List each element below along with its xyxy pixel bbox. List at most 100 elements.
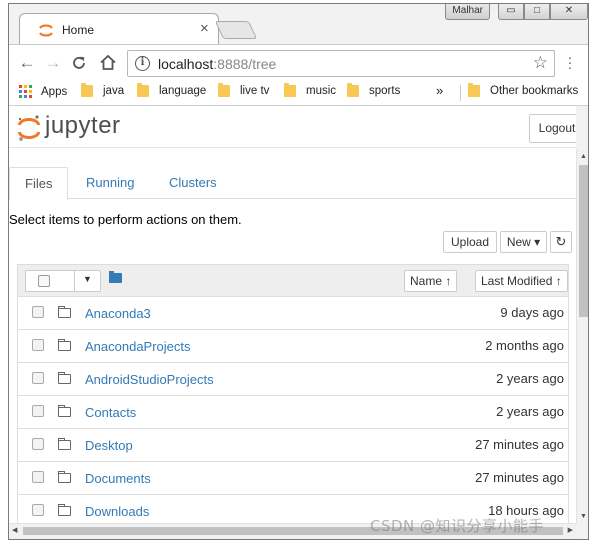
bookmark-folder-music[interactable]: music	[284, 83, 337, 97]
vertical-scroll-thumb[interactable]	[579, 165, 588, 317]
maximize-button[interactable]: □	[524, 4, 550, 20]
refresh-icon[interactable]: ↻	[550, 231, 572, 253]
folder-link[interactable]: Desktop	[85, 438, 133, 453]
jupyter-logo-icon[interactable]	[17, 114, 41, 142]
jupyter-favicon-icon	[39, 24, 53, 37]
apps-grid-icon	[19, 85, 32, 98]
browser-toolbar: ← → i localhost:8888/tree ☆ · · ·	[9, 44, 588, 80]
table-row[interactable]: Documents 27 minutes ago	[18, 462, 568, 495]
folder-icon	[58, 438, 71, 450]
table-row[interactable]: AndroidStudioProjects 2 years ago	[18, 363, 568, 396]
bookmark-label: sports	[369, 85, 401, 97]
folder-icon	[58, 504, 71, 516]
tab-close-icon[interactable]: ×	[200, 20, 209, 37]
sort-by-name-button[interactable]: Name ↑	[404, 270, 458, 292]
tab-clusters[interactable]: Clusters	[154, 167, 232, 199]
bookmark-label: live tv	[240, 85, 270, 97]
select-all-checkbox[interactable]	[38, 275, 50, 287]
close-window-button[interactable]: ✕	[550, 4, 588, 20]
folder-icon	[58, 306, 71, 318]
table-row[interactable]: Contacts 2 years ago	[18, 396, 568, 429]
new-dropdown-button[interactable]: New ▾	[500, 231, 547, 253]
bookmark-folder-sports[interactable]: sports	[347, 83, 401, 97]
folder-link[interactable]: Anaconda3	[85, 306, 151, 321]
new-tab-button[interactable]	[214, 21, 258, 39]
bookmarks-overflow-icon[interactable]: »	[436, 83, 443, 98]
folder-icon	[58, 372, 71, 384]
last-modified-text: 2 months ago	[485, 338, 564, 353]
row-checkbox[interactable]	[32, 405, 44, 417]
minimize-button[interactable]: ▭	[498, 4, 524, 20]
logout-button[interactable]: Logout	[529, 114, 576, 143]
row-checkbox[interactable]	[32, 504, 44, 516]
table-row[interactable]: Desktop 27 minutes ago	[18, 429, 568, 462]
browser-menu-icon[interactable]: · · ·	[565, 50, 575, 74]
row-checkbox[interactable]	[32, 471, 44, 483]
bookmark-label: music	[306, 85, 337, 97]
folder-link[interactable]: Contacts	[85, 405, 136, 420]
folder-icon	[58, 339, 71, 351]
window-controls: Malhar ▭ □ ✕	[445, 4, 588, 20]
url-host: localhost	[158, 56, 214, 72]
selection-hint: Select items to perform actions on them.	[9, 212, 242, 227]
jupyter-page: jupyter Logout Files Running Clusters Se…	[9, 106, 576, 523]
divider	[74, 271, 75, 291]
row-checkbox[interactable]	[32, 306, 44, 318]
folder-icon	[81, 83, 93, 97]
folder-icon	[137, 83, 149, 97]
bookmark-folder-language[interactable]: language	[137, 83, 206, 97]
browser-window: Home × Malhar ▭ □ ✕ ← → i localhost:8888…	[8, 3, 589, 540]
home-icon[interactable]	[99, 54, 117, 71]
jupyter-header: jupyter Logout	[9, 106, 576, 148]
bookmark-star-icon[interactable]: ☆	[533, 53, 548, 73]
watermark: CSDN @知识分享小能手	[370, 517, 545, 535]
folder-icon	[58, 405, 71, 417]
scroll-left-arrow-icon[interactable]: ◀	[12, 526, 17, 534]
file-rows: Anaconda3 9 days ago AnacondaProjects 2 mon…	[18, 297, 568, 523]
reload-icon[interactable]	[71, 55, 87, 71]
folder-icon	[347, 83, 359, 97]
tab-files[interactable]: Files	[9, 167, 69, 200]
tab-running[interactable]: Running	[71, 167, 149, 199]
row-checkbox[interactable]	[32, 372, 44, 384]
address-bar[interactable]: i localhost:8888/tree ☆	[127, 50, 555, 77]
file-list: ▼ Name ↑ Last Modified ↑ Anaconda3 9 days…	[17, 264, 569, 523]
tab-title: Home	[62, 23, 95, 37]
bookmark-folder-live-tv[interactable]: live tv	[218, 83, 270, 97]
bookmark-folder-java[interactable]: java	[81, 83, 125, 97]
forward-arrow-icon[interactable]: →	[43, 53, 63, 73]
back-arrow-icon[interactable]: ←	[17, 53, 37, 73]
table-row[interactable]: AnacondaProjects 2 months ago	[18, 330, 568, 363]
jupyter-wordmark[interactable]: jupyter	[45, 112, 121, 140]
scroll-up-arrow-icon[interactable]: ▲	[580, 153, 587, 160]
last-modified-text: 2 years ago	[496, 404, 564, 419]
bookmark-folder-other[interactable]: Other bookmarks	[468, 83, 578, 97]
browser-tab-home[interactable]: Home ×	[19, 13, 219, 44]
last-modified-text: 27 minutes ago	[475, 470, 564, 485]
folder-link[interactable]: Documents	[85, 471, 151, 486]
bookmark-label: java	[103, 85, 125, 97]
vertical-scrollbar[interactable]: ▲ ▼	[576, 150, 588, 523]
select-all-dropdown[interactable]: ▼	[25, 270, 101, 292]
scroll-down-arrow-icon[interactable]: ▼	[580, 513, 587, 520]
folder-link[interactable]: Downloads	[85, 504, 149, 519]
last-modified-text: 2 years ago	[496, 371, 564, 386]
scroll-right-arrow-icon[interactable]: ▶	[568, 526, 573, 534]
folder-link[interactable]: AnacondaProjects	[85, 339, 191, 354]
row-checkbox[interactable]	[32, 339, 44, 351]
sort-by-last-modified-button[interactable]: Last Modified ↑	[475, 270, 568, 292]
site-info-icon[interactable]: i	[135, 56, 150, 71]
file-list-header: ▼ Name ↑ Last Modified ↑	[18, 265, 568, 297]
table-row[interactable]: Anaconda3 9 days ago	[18, 297, 568, 330]
last-modified-text: 9 days ago	[500, 305, 564, 320]
caret-down-icon[interactable]: ▼	[83, 274, 92, 284]
profile-badge[interactable]: Malhar	[445, 4, 490, 20]
bookmark-apps[interactable]: Apps	[19, 85, 67, 98]
tab-strip: Home × Malhar ▭ □ ✕	[9, 4, 588, 44]
folder-link[interactable]: AndroidStudioProjects	[85, 372, 214, 387]
jupyter-tabs: Files Running Clusters	[9, 167, 576, 200]
root-folder-icon[interactable]	[109, 271, 122, 283]
bookmarks-divider	[460, 85, 461, 101]
row-checkbox[interactable]	[32, 438, 44, 450]
upload-button[interactable]: Upload	[443, 231, 497, 253]
